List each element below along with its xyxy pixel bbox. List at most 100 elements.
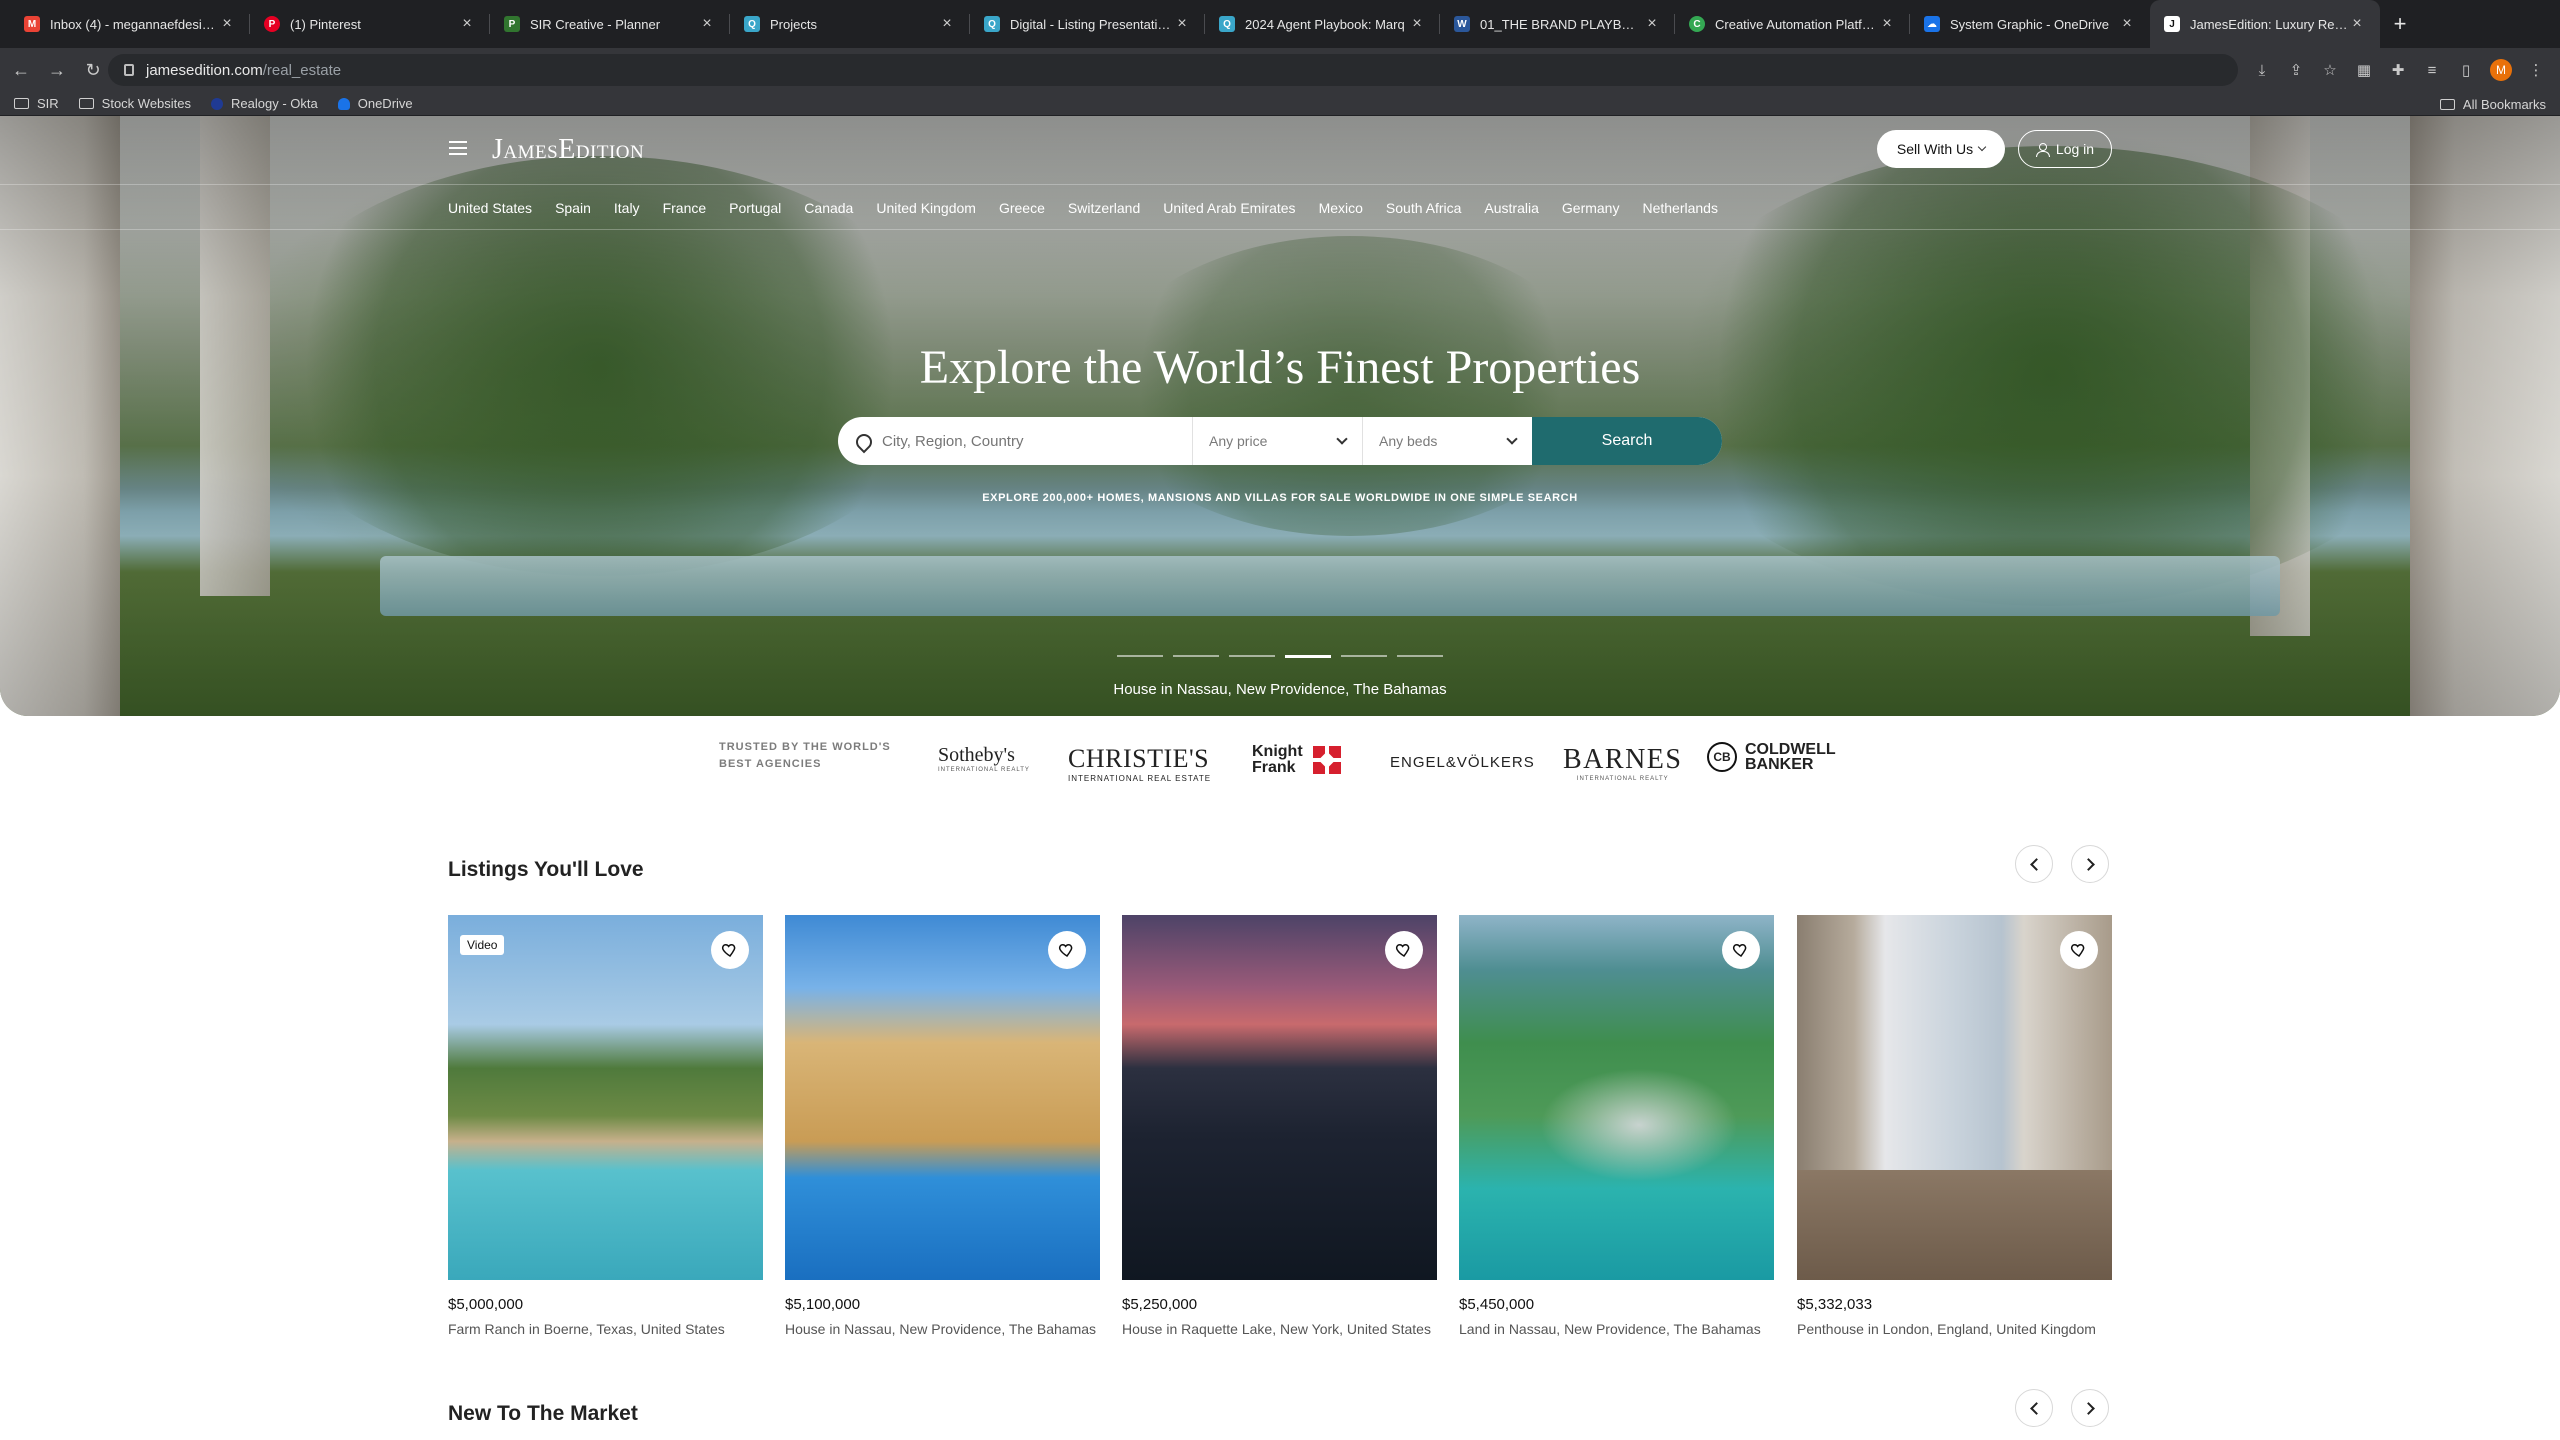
hero-caption[interactable]: House in Nassau, New Providence, The Bah…	[0, 681, 2560, 698]
login-button[interactable]: Log in	[2018, 130, 2112, 168]
favorite-button[interactable]	[2060, 931, 2098, 969]
browser-tab[interactable]: C Creative Automation Platform ×	[1675, 0, 1910, 48]
new-market-prev-button[interactable]	[2015, 1389, 2053, 1427]
beds-select[interactable]: Any beds	[1362, 417, 1532, 465]
favorite-button[interactable]	[1385, 931, 1423, 969]
bookmark-folder-sir[interactable]: SIR	[14, 96, 59, 111]
bookmark-realogy[interactable]: Realogy - Okta	[211, 96, 318, 111]
extension-icon[interactable]: ▦	[2354, 60, 2374, 80]
carousel-indicator-active[interactable]	[1285, 655, 1331, 658]
close-icon[interactable]: ×	[458, 15, 476, 33]
country-link[interactable]: Switzerland	[1068, 200, 1140, 216]
listing-card[interactable]: $5,332,033 Penthouse in London, England,…	[1797, 915, 2112, 1337]
country-link[interactable]: Portugal	[729, 200, 781, 216]
all-bookmarks[interactable]: All Bookmarks	[2439, 92, 2546, 116]
listing-location[interactable]: Farm Ranch in Boerne, Texas, United Stat…	[448, 1321, 763, 1337]
site-header: JAMESEDITION Sell With Us Log in	[0, 116, 2560, 184]
country-link[interactable]: United States	[448, 200, 532, 216]
close-icon[interactable]: ×	[1643, 15, 1661, 33]
site-logo[interactable]: JAMESEDITION	[492, 134, 644, 166]
heart-icon	[721, 943, 736, 957]
country-link[interactable]: Germany	[1562, 200, 1620, 216]
listing-card[interactable]: Video $5,000,000 Farm Ranch in Boerne, T…	[448, 915, 763, 1337]
new-market-section-title: New To The Market	[448, 1402, 638, 1425]
listings-next-button[interactable]	[2071, 845, 2109, 883]
close-icon[interactable]: ×	[1878, 15, 1896, 33]
location-search-input[interactable]	[882, 432, 1192, 450]
profile-avatar[interactable]: M	[2490, 59, 2512, 81]
search-button[interactable]: Search	[1532, 417, 1722, 465]
carousel-indicator[interactable]	[1117, 655, 1163, 657]
country-link[interactable]: Italy	[614, 200, 640, 216]
carousel-indicator[interactable]	[1341, 655, 1387, 657]
reading-list-icon[interactable]: ≡	[2422, 60, 2442, 80]
listing-location[interactable]: House in Raquette Lake, New York, United…	[1122, 1321, 1437, 1337]
browser-tab[interactable]: Q Projects ×	[730, 0, 970, 48]
country-link[interactable]: United Kingdom	[876, 200, 976, 216]
listing-card[interactable]: $5,250,000 House in Raquette Lake, New Y…	[1122, 915, 1437, 1337]
listing-location[interactable]: Penthouse in London, England, United Kin…	[1797, 1321, 2112, 1337]
new-market-next-button[interactable]	[2071, 1389, 2109, 1427]
browser-tab[interactable]: Q 2024 Agent Playbook: Marq ×	[1205, 0, 1440, 48]
location-pin-icon	[856, 434, 868, 449]
favorite-button[interactable]	[1722, 931, 1760, 969]
reload-icon[interactable]: ↻	[78, 60, 108, 81]
country-link[interactable]: United Arab Emirates	[1163, 200, 1295, 216]
listing-image[interactable]	[1459, 915, 1774, 1280]
browser-tab[interactable]: P SIR Creative - Planner ×	[490, 0, 730, 48]
carousel-indicator[interactable]	[1173, 655, 1219, 657]
favorite-button[interactable]	[1048, 931, 1086, 969]
listing-location[interactable]: House in Nassau, New Providence, The Bah…	[785, 1321, 1100, 1337]
chevron-left-icon	[2029, 1401, 2043, 1415]
hamburger-menu-icon[interactable]	[449, 141, 467, 155]
listing-image[interactable]: Video	[448, 915, 763, 1280]
browser-tab[interactable]: Q Digital - Listing Presentation: ×	[970, 0, 1205, 48]
country-link[interactable]: Mexico	[1319, 200, 1363, 216]
carousel-indicator[interactable]	[1229, 655, 1275, 657]
country-link[interactable]: Greece	[999, 200, 1045, 216]
country-link[interactable]: Canada	[804, 200, 853, 216]
close-icon[interactable]: ×	[2348, 15, 2366, 33]
menu-dots-icon[interactable]: ⋮	[2526, 60, 2546, 80]
side-panel-icon[interactable]: ▯	[2456, 60, 2476, 80]
address-bar[interactable]: jamesedition.com/real_estate	[108, 54, 2238, 86]
install-icon[interactable]: ⤓	[2252, 60, 2272, 80]
browser-tab[interactable]: M Inbox (4) - megannaefdesign@ ×	[10, 0, 250, 48]
browser-tab[interactable]: ☁ System Graphic - OneDrive ×	[1910, 0, 2150, 48]
listing-image[interactable]	[785, 915, 1100, 1280]
listing-image[interactable]	[1797, 915, 2112, 1280]
country-link[interactable]: South Africa	[1386, 200, 1462, 216]
carousel-indicator[interactable]	[1397, 655, 1443, 657]
close-icon[interactable]: ×	[218, 15, 236, 33]
all-bookmarks-label: All Bookmarks	[2462, 96, 2546, 112]
browser-tab[interactable]: P (1) Pinterest ×	[250, 0, 490, 48]
price-select[interactable]: Any price	[1192, 417, 1362, 465]
close-icon[interactable]: ×	[698, 15, 716, 33]
listing-card[interactable]: $5,100,000 House in Nassau, New Providen…	[785, 915, 1100, 1337]
close-icon[interactable]: ×	[1173, 15, 1191, 33]
listing-price: $5,450,000	[1459, 1296, 1535, 1313]
country-link[interactable]: Australia	[1484, 200, 1538, 216]
browser-tab[interactable]: W 01_THE BRAND PLAYBOOK.d ×	[1440, 0, 1675, 48]
browser-tab-active[interactable]: J JamesEdition: Luxury Real Est ×	[2150, 0, 2380, 48]
country-link[interactable]: France	[663, 200, 707, 216]
favorite-button[interactable]	[711, 931, 749, 969]
forward-icon[interactable]: →	[42, 60, 72, 81]
listings-prev-button[interactable]	[2015, 845, 2053, 883]
bookmark-folder-stock[interactable]: Stock Websites	[78, 96, 191, 111]
sell-with-us-button[interactable]: Sell With Us	[1877, 130, 2005, 168]
back-icon[interactable]: ←	[6, 60, 36, 81]
country-link[interactable]: Netherlands	[1642, 200, 1718, 216]
share-icon[interactable]: ⇪	[2286, 60, 2306, 80]
bookmark-onedrive[interactable]: OneDrive	[337, 96, 413, 111]
new-tab-button[interactable]: +	[2380, 11, 2420, 37]
country-link[interactable]: Spain	[555, 200, 591, 216]
puzzle-icon[interactable]: ✚	[2388, 60, 2408, 80]
close-icon[interactable]: ×	[2118, 15, 2136, 33]
listing-card[interactable]: $5,450,000 Land in Nassau, New Providenc…	[1459, 915, 1774, 1337]
listing-location[interactable]: Land in Nassau, New Providence, The Baha…	[1459, 1321, 1774, 1337]
close-icon[interactable]: ×	[938, 15, 956, 33]
listing-image[interactable]	[1122, 915, 1437, 1280]
close-icon[interactable]: ×	[1408, 15, 1426, 33]
star-icon[interactable]: ☆	[2320, 60, 2340, 80]
